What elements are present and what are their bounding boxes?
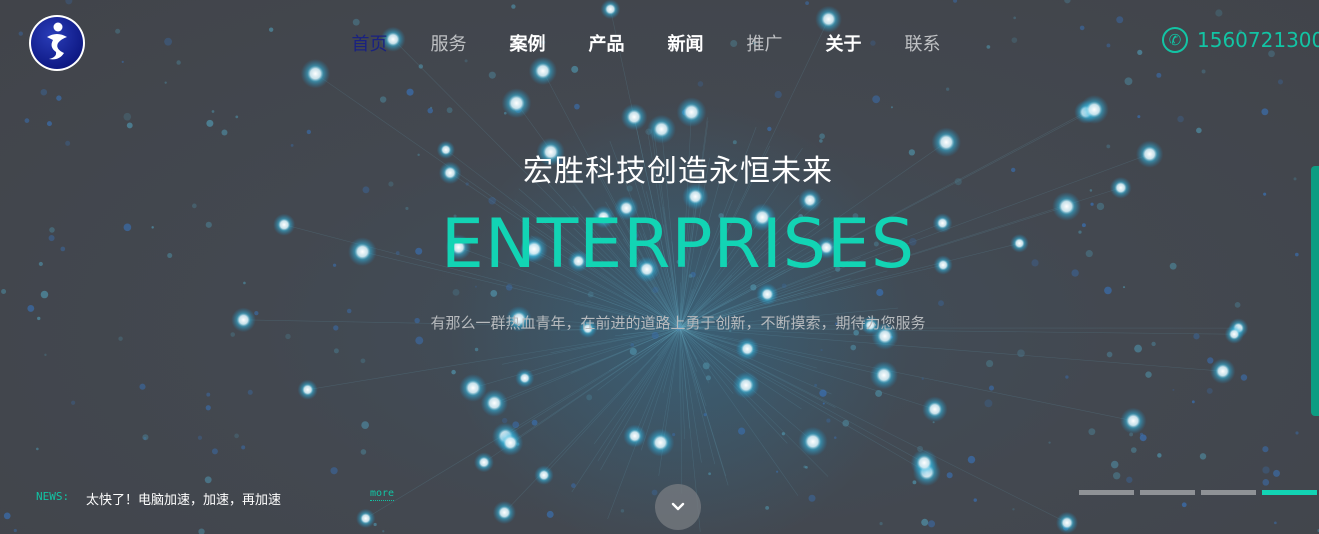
nav-item-about[interactable]: 关于 bbox=[804, 33, 883, 57]
hero-subtitle: 有那么一群热血青年，在前进的道路上勇于创新，不断摸索，期待为您服务 bbox=[430, 314, 926, 332]
logo-mark bbox=[31, 17, 83, 69]
news-headline-link[interactable]: 太快了！电脑加速，加速，再加速 bbox=[86, 489, 281, 508]
nav-item-cases[interactable]: 案例 bbox=[488, 33, 567, 57]
phone-number: 1560721300 bbox=[1197, 28, 1319, 52]
main-nav: 首页 服务 案例 产品 新闻 推广 关于 联系 bbox=[330, 33, 962, 57]
nav-item-contact[interactable]: 联系 bbox=[883, 33, 962, 57]
slide-indicator-2[interactable] bbox=[1140, 490, 1195, 495]
phone-icon: ✆ bbox=[1162, 27, 1188, 53]
nav-item-services[interactable]: 服务 bbox=[409, 33, 488, 57]
slide-indicator-3[interactable] bbox=[1201, 490, 1256, 495]
hero-headline: ENTERPRISES bbox=[440, 205, 916, 284]
slide-indicator-1[interactable] bbox=[1079, 490, 1134, 495]
nav-item-promotion[interactable]: 推广 bbox=[725, 33, 804, 57]
nav-item-news[interactable]: 新闻 bbox=[646, 33, 725, 57]
nav-item-products[interactable]: 产品 bbox=[567, 33, 646, 57]
side-panel-tab[interactable] bbox=[1311, 166, 1319, 416]
slide-pager bbox=[1079, 490, 1317, 495]
hero-banner: 首页 服务 案例 产品 新闻 推广 关于 联系 ✆ 1560721300 宏胜科… bbox=[0, 0, 1319, 534]
hero-title: 宏胜科技创造永恒未来 bbox=[523, 154, 833, 189]
phone-contact[interactable]: ✆ 1560721300 bbox=[1162, 27, 1319, 53]
logo[interactable] bbox=[29, 15, 85, 71]
news-more-link[interactable]: more bbox=[370, 488, 395, 501]
news-label: NEWS: bbox=[36, 490, 70, 503]
scroll-down-button[interactable] bbox=[655, 484, 701, 530]
slide-indicator-4[interactable] bbox=[1262, 490, 1317, 495]
nav-item-home[interactable]: 首页 bbox=[330, 33, 409, 57]
logo-figure-icon bbox=[47, 22, 67, 60]
chevron-down-icon bbox=[671, 502, 685, 511]
